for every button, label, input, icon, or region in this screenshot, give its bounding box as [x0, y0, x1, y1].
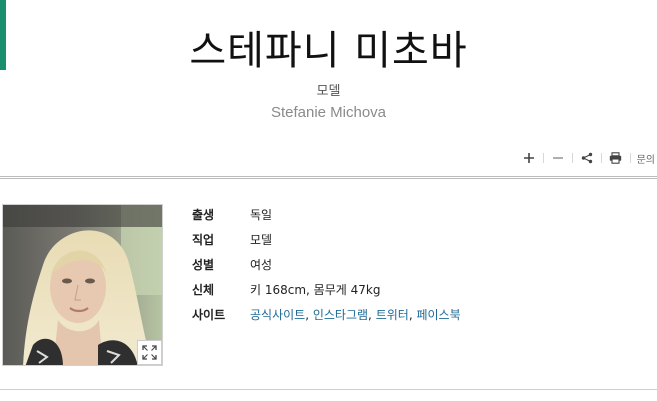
- info-value: 여성: [250, 258, 273, 272]
- inquiry-link[interactable]: 문의: [631, 151, 655, 166]
- info-row-job: 직업 모델: [192, 227, 461, 252]
- section-divider-bottom: [0, 389, 657, 390]
- info-value: 키 168cm, 몸무게 47kg: [250, 283, 381, 297]
- page-subtitle: 모델: [316, 84, 341, 99]
- expand-image-button[interactable]: [137, 340, 162, 365]
- plus-icon: [523, 153, 534, 163]
- info-row-birth: 출생 독일: [192, 202, 461, 227]
- info-label: 출생: [192, 208, 215, 222]
- site-link-instagram[interactable]: 인스타그램: [313, 308, 368, 322]
- expand-icon: [142, 345, 157, 360]
- site-link-facebook[interactable]: 페이스북: [416, 308, 460, 322]
- info-label: 사이트: [192, 308, 226, 322]
- info-value: 독일: [250, 208, 273, 222]
- info-label: 신체: [192, 283, 215, 297]
- zoom-in-button[interactable]: [515, 149, 543, 167]
- info-label: 직업: [192, 233, 215, 247]
- info-label: 성별: [192, 258, 215, 272]
- print-button[interactable]: [602, 149, 630, 167]
- site-link-twitter[interactable]: 트위터: [376, 308, 409, 322]
- site-link-official[interactable]: 공식사이트: [250, 308, 305, 322]
- page-title: 스테파니 미초바: [189, 28, 468, 74]
- english-name: Stefanie Michova: [270, 104, 387, 121]
- separator: ,: [368, 308, 376, 322]
- zoom-out-button[interactable]: [544, 149, 572, 167]
- info-row-gender: 성별 여성: [192, 252, 461, 277]
- info-value: 모델: [250, 233, 273, 247]
- minus-icon: [552, 157, 563, 159]
- info-row-body: 신체 키 168cm, 몸무게 47kg: [192, 277, 461, 302]
- print-icon: [609, 152, 622, 164]
- share-button[interactable]: [573, 149, 601, 167]
- info-row-sites: 사이트 공식사이트, 인스타그램, 트위터, 페이스북: [192, 302, 461, 327]
- profile-photo[interactable]: [2, 204, 163, 366]
- section-divider-top: [0, 176, 657, 179]
- share-icon: [581, 152, 592, 164]
- separator: ,: [305, 308, 313, 322]
- toolbar: 문의: [515, 149, 655, 167]
- site-links: 공식사이트, 인스타그램, 트위터, 페이스북: [250, 306, 461, 323]
- profile-info: 출생 독일 직업 모델 성별 여성 신체 키 168cm, 몸무게 47kg 사…: [192, 202, 461, 327]
